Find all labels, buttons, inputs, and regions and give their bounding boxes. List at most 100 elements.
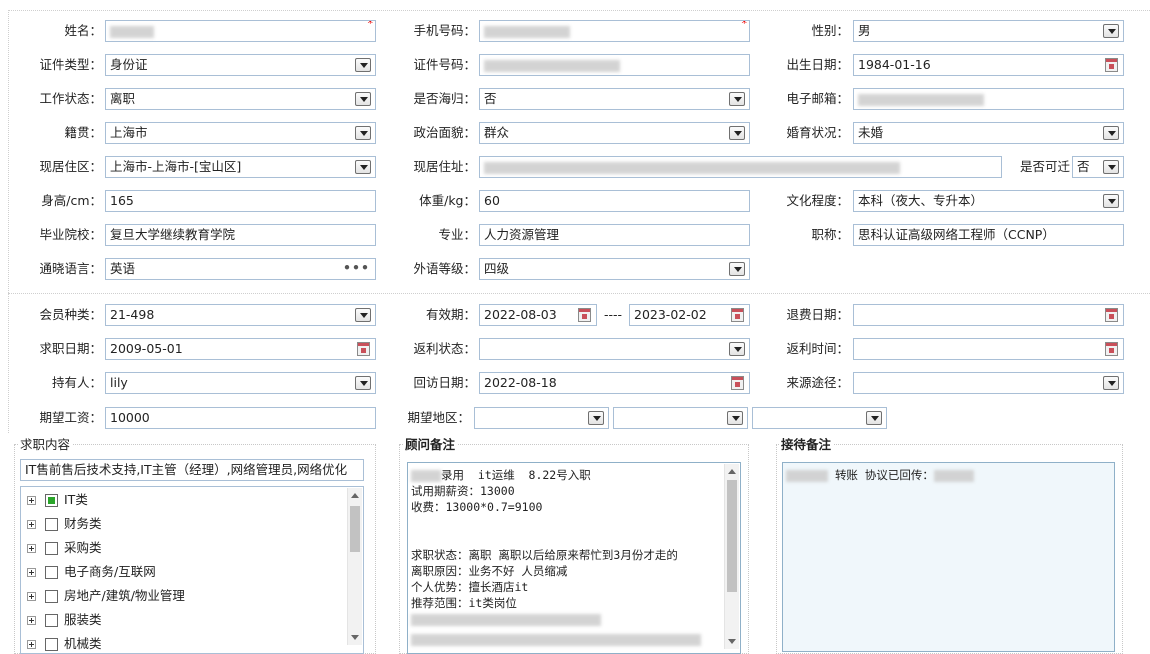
region-province-select[interactable] — [474, 407, 609, 429]
chevron-down-icon[interactable] — [588, 411, 604, 425]
chevron-down-icon[interactable] — [1103, 376, 1119, 390]
tree-item-ecommerce[interactable]: 电子商务/互联网 — [27, 561, 156, 583]
checkbox-icon[interactable] — [45, 518, 58, 531]
chevron-down-icon[interactable] — [729, 92, 745, 106]
more-options-icon[interactable]: ••• — [343, 259, 370, 278]
checkbox-icon[interactable] — [45, 638, 58, 651]
calendar-icon[interactable] — [1105, 308, 1118, 322]
tree-item-purchasing[interactable]: 采购类 — [27, 537, 102, 559]
education-select[interactable]: 本科（夜大、专升本） — [853, 190, 1124, 212]
rebate-status-select[interactable] — [479, 338, 750, 360]
chevron-down-icon[interactable] — [866, 411, 882, 425]
validity-from-field[interactable]: 2022-08-03 — [479, 304, 597, 326]
expand-icon[interactable] — [27, 640, 36, 649]
email-field[interactable] — [853, 88, 1124, 110]
chevron-down-icon[interactable] — [355, 58, 371, 72]
note-line: 录用 it运维 8.22号入职 — [411, 467, 737, 483]
expand-icon[interactable] — [27, 544, 36, 553]
job-date-field[interactable]: 2009-05-01 — [105, 338, 376, 360]
reception-notes-textarea[interactable]: 转账 协议已回传： — [782, 462, 1115, 652]
chevron-down-icon[interactable] — [355, 126, 371, 140]
job-content-summary-field[interactable]: IT售前售后技术支持,IT主管（经理）,网络管理员,网络优化 — [20, 459, 364, 481]
id-type-select[interactable]: 身份证 — [105, 54, 376, 76]
scroll-thumb[interactable] — [350, 506, 360, 552]
chevron-down-icon[interactable] — [355, 308, 371, 322]
expand-icon[interactable] — [27, 568, 36, 577]
calendar-icon[interactable] — [1105, 342, 1118, 356]
calendar-icon[interactable] — [731, 308, 744, 322]
chevron-down-icon[interactable] — [355, 92, 371, 106]
weight-field[interactable]: 60 — [479, 190, 750, 212]
scroll-up-icon[interactable] — [728, 469, 736, 474]
returnee-select[interactable]: 否 — [479, 88, 750, 110]
checkbox-icon[interactable] — [45, 614, 58, 627]
marital-select[interactable]: 未婚 — [853, 122, 1124, 144]
political-select[interactable]: 群众 — [479, 122, 750, 144]
work-status-select[interactable]: 离职 — [105, 88, 376, 110]
tree-item-it[interactable]: IT类 — [27, 489, 88, 511]
expand-icon[interactable] — [27, 520, 36, 529]
chevron-down-icon[interactable] — [1103, 194, 1119, 208]
expand-icon[interactable] — [27, 616, 36, 625]
address-field[interactable] — [479, 156, 1002, 178]
notes-scrollbar[interactable] — [724, 464, 739, 649]
chevron-down-icon[interactable] — [1103, 24, 1119, 38]
advisor-notes-textarea[interactable]: 录用 it运维 8.22号入职 试用期薪资：13000 收费：13000*0.7=9… — [407, 462, 741, 654]
region-district-select[interactable] — [752, 407, 887, 429]
rebate-time-field[interactable] — [853, 338, 1124, 360]
calendar-icon[interactable] — [1105, 58, 1118, 72]
chevron-down-icon[interactable] — [355, 376, 371, 390]
tree-item-apparel[interactable]: 服装类 — [27, 609, 102, 631]
calendar-icon[interactable] — [731, 376, 744, 390]
member-type-select[interactable]: 21-498 — [105, 304, 376, 326]
name-field[interactable]: * — [105, 20, 376, 42]
calendar-icon[interactable] — [578, 308, 591, 322]
title-field[interactable]: 思科认证高级网络工程师（CCNP） — [853, 224, 1124, 246]
checkbox-icon[interactable] — [45, 590, 58, 603]
validity-to-field[interactable]: 2023-02-02 — [629, 304, 750, 326]
scroll-up-icon[interactable] — [351, 493, 359, 498]
source-select[interactable] — [853, 372, 1124, 394]
id-number-field[interactable] — [479, 54, 750, 76]
tree-item-machinery[interactable]: 机械类 — [27, 633, 102, 653]
visit-date-field[interactable]: 2022-08-18 — [479, 372, 750, 394]
residence-area-select[interactable]: 上海市-上海市-[宝山区] — [105, 156, 376, 178]
tree-item-finance[interactable]: 财务类 — [27, 513, 102, 535]
native-place-select[interactable]: 上海市 — [105, 122, 376, 144]
birthdate-field[interactable]: 1984-01-16 — [853, 54, 1124, 76]
chevron-down-icon[interactable] — [355, 160, 371, 174]
foreign-level-select[interactable]: 四级 — [479, 258, 750, 280]
salary-field[interactable]: 10000 — [105, 407, 376, 429]
job-category-tree[interactable]: IT类 财务类 采购类 电子商务/互联网 房地产/建筑/物业管理 服装类 机械类 — [20, 486, 364, 654]
region-city-select[interactable] — [613, 407, 748, 429]
scroll-down-icon[interactable] — [351, 635, 359, 640]
calendar-icon[interactable] — [357, 342, 370, 356]
height-field[interactable]: 165 — [105, 190, 376, 212]
scroll-thumb[interactable] — [727, 480, 737, 592]
chevron-down-icon[interactable] — [729, 342, 745, 356]
refund-date-field[interactable] — [853, 304, 1124, 326]
gender-select[interactable]: 男 — [853, 20, 1124, 42]
expand-icon[interactable] — [27, 592, 36, 601]
chevron-down-icon[interactable] — [1103, 126, 1119, 140]
scroll-down-icon[interactable] — [728, 639, 736, 644]
major-field[interactable]: 人力资源管理 — [479, 224, 750, 246]
required-mark: * — [741, 20, 748, 30]
expand-icon[interactable] — [27, 496, 36, 505]
tree-item-real-estate[interactable]: 房地产/建筑/物业管理 — [27, 585, 185, 607]
chevron-down-icon[interactable] — [729, 126, 745, 140]
chevron-down-icon[interactable] — [1103, 160, 1119, 174]
language-field[interactable]: 英语 ••• — [105, 258, 376, 280]
checkbox-icon[interactable] — [45, 566, 58, 579]
chevron-down-icon[interactable] — [729, 262, 745, 276]
checkbox-icon[interactable] — [45, 542, 58, 555]
school-field[interactable]: 复旦大学继续教育学院 — [105, 224, 376, 246]
holder-select[interactable]: lily — [105, 372, 376, 394]
tree-scrollbar[interactable] — [347, 488, 362, 645]
relocate-select[interactable]: 否 — [1072, 156, 1124, 178]
phone-field[interactable]: * — [479, 20, 750, 42]
weight-label: 体重/kg： — [419, 193, 476, 208]
chevron-down-icon[interactable] — [727, 411, 743, 425]
title-label: 职称： — [811, 227, 849, 242]
checkbox-icon[interactable] — [45, 494, 58, 507]
